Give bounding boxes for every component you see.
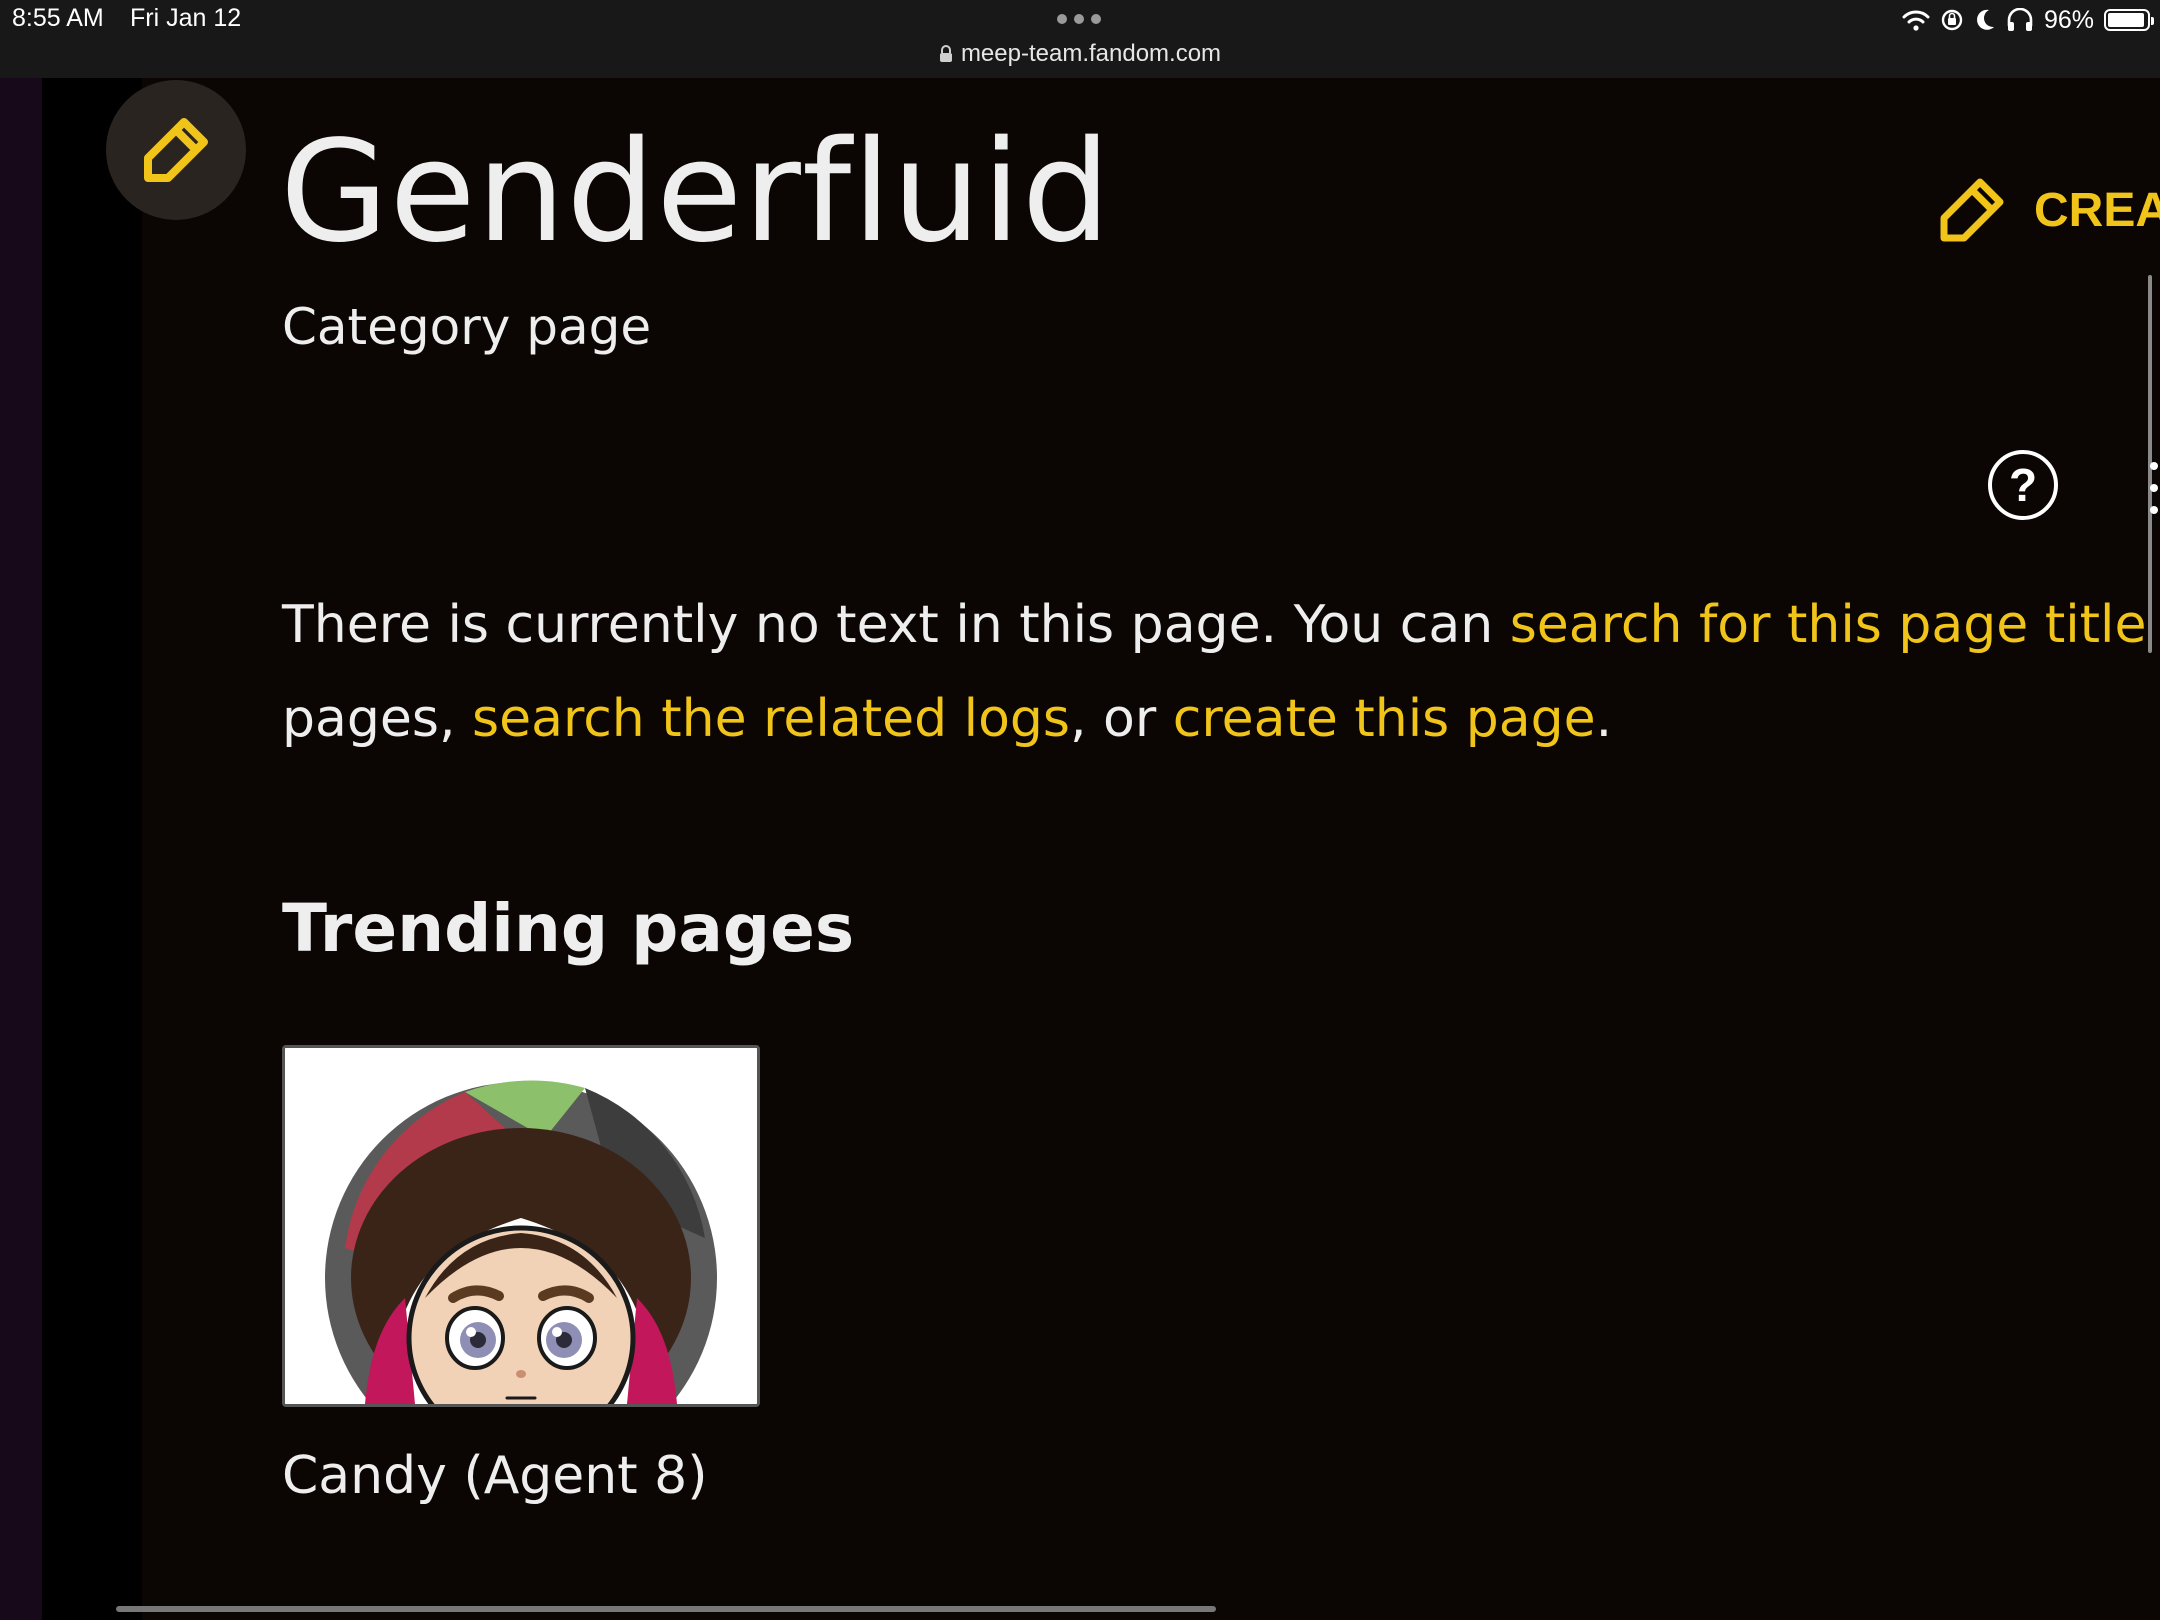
notice-line-2: pages, search the related logs, or creat… xyxy=(282,672,2160,766)
battery-fill xyxy=(2108,13,2145,27)
headphones-icon xyxy=(2007,8,2033,31)
notice-text: pages, xyxy=(282,689,473,749)
trending-heading: Trending pages xyxy=(282,890,855,967)
search-logs-link[interactable]: search the related logs xyxy=(472,689,1070,749)
battery-icon xyxy=(2104,9,2154,31)
wifi-icon xyxy=(1902,10,1930,31)
pencil-icon xyxy=(144,118,208,182)
notice-text: . xyxy=(1595,689,1613,749)
empty-page-notice: There is currently no text in this page.… xyxy=(282,578,2160,766)
pencil-icon xyxy=(1940,178,2004,242)
address-bar[interactable]: meep-team.fandom.com xyxy=(0,40,2160,68)
trending-item-caption[interactable]: Candy (Agent 8) xyxy=(282,1446,708,1506)
trending-card-image[interactable] xyxy=(282,1045,760,1407)
edit-button[interactable] xyxy=(106,80,246,220)
notice-line-1: There is currently no text in this page.… xyxy=(282,578,2160,672)
notice-text: There is currently no text in this page.… xyxy=(282,595,1510,655)
sidebar-edge xyxy=(0,78,42,1620)
status-date: Fri Jan 12 xyxy=(130,4,242,32)
help-icon[interactable]: ? xyxy=(1988,450,2058,520)
page-title: Genderfluid xyxy=(280,111,1112,274)
create-button[interactable]: CREA xyxy=(1936,172,2160,248)
lock-icon xyxy=(939,45,952,62)
horizontal-scrollbar[interactable] xyxy=(116,1606,1216,1612)
notice-text: , or xyxy=(1069,689,1173,749)
sidebar-gutter xyxy=(42,78,142,1620)
more-options-icon[interactable] xyxy=(2150,462,2160,514)
multitask-menu-icon[interactable] xyxy=(1057,14,1101,26)
create-page-link[interactable]: create this page xyxy=(1173,689,1596,749)
status-bar: 8:55 AM Fri Jan 12 meep-team.fandom.com … xyxy=(0,0,2160,78)
screen-rotation-lock-icon xyxy=(1941,9,1963,31)
search-title-link[interactable]: search for this page title xyxy=(1510,595,2147,655)
page-subtitle: Category page xyxy=(282,298,652,356)
notice-text: in o xyxy=(2147,595,2160,655)
status-icons: 96% xyxy=(1902,4,2154,36)
create-label: CREA xyxy=(2034,183,2160,237)
moon-icon xyxy=(1977,9,1994,30)
status-time: 8:55 AM xyxy=(12,4,104,32)
character-avatar-image xyxy=(285,1048,757,1404)
url-text: meep-team.fandom.com xyxy=(960,40,1222,67)
battery-percent: 96% xyxy=(2043,5,2094,34)
